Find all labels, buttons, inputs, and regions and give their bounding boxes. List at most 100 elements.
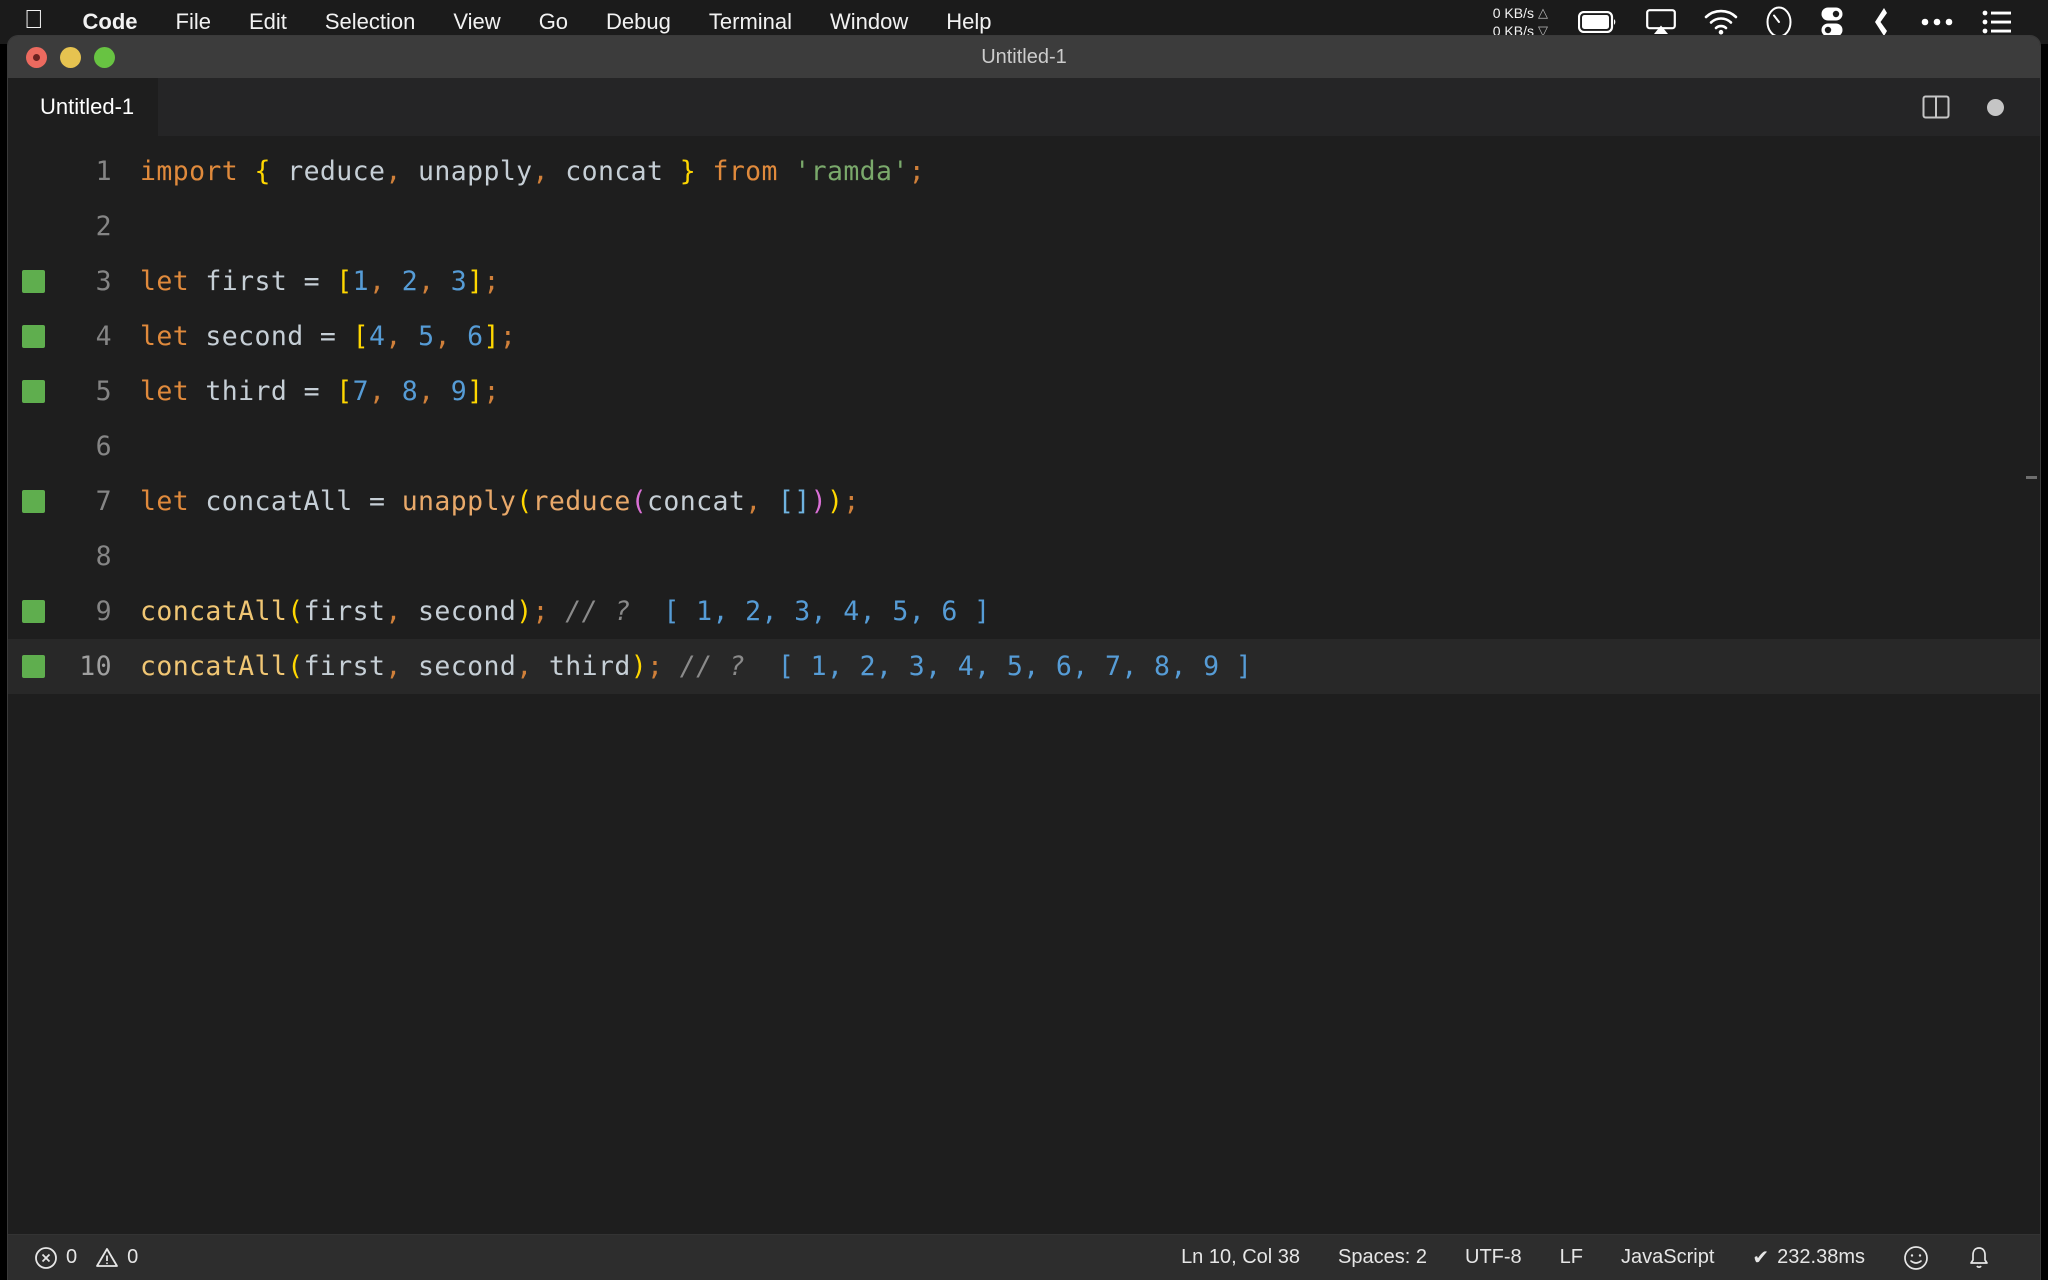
code-line[interactable]: 9 concatAll(first, second); // ? [ 1, 2, … — [8, 584, 2040, 639]
menubar-item-debug[interactable]: Debug — [587, 9, 690, 35]
quokka-gutter-marker-icon[interactable] — [22, 380, 45, 403]
end-of-line-sequence[interactable]: LF — [1541, 1246, 1602, 1269]
quokka-timing[interactable]: ✔ 232.38ms — [1733, 1245, 1884, 1270]
code-line[interactable]: 8 — [8, 529, 2040, 584]
notifications-bell-icon[interactable] — [1948, 1245, 2010, 1271]
code-token: ; — [908, 156, 926, 187]
code-token: ( — [630, 486, 648, 517]
menubar-item-file[interactable]: File — [157, 9, 230, 35]
minimize-window-button[interactable] — [60, 46, 81, 68]
file-encoding[interactable]: UTF-8 — [1446, 1246, 1541, 1269]
code-token: ] — [467, 266, 484, 297]
code-token: [ — [336, 266, 353, 297]
code-token: 1 — [352, 266, 369, 297]
code-token: concatAll — [140, 651, 288, 682]
code-token: , — [385, 596, 402, 627]
quokka-gutter-marker-icon[interactable] — [22, 490, 45, 513]
code-lines[interactable]: 1 import { reduce, unapply, concat } from… — [8, 136, 2040, 1234]
menubar-item-view[interactable]: View — [434, 9, 519, 35]
line-number: 2 — [95, 211, 112, 242]
menubar-item-selection[interactable]: Selection — [306, 9, 435, 35]
clock-icon[interactable] — [1766, 5, 1792, 39]
menubar-item-terminal[interactable]: Terminal — [690, 9, 811, 35]
code-line[interactable]: 10 concatAll(first, second, third); // ? … — [8, 639, 2040, 694]
quokka-gutter-marker-icon[interactable] — [22, 270, 45, 293]
code-token: ; — [532, 596, 549, 627]
code-token: // ? — [663, 651, 746, 682]
window-controls — [8, 46, 115, 68]
menubar-items: Code File Edit Selection View Go Debug Terminal… — [64, 9, 1011, 35]
code-token: second — [189, 321, 320, 352]
vscode-window: Untitled-1 Untitled-1 1 import { reduce, … — [8, 36, 2040, 1280]
maximize-window-button[interactable] — [94, 46, 115, 68]
code-token: reduce — [270, 156, 386, 187]
code-token: = — [319, 321, 337, 352]
problems-status[interactable]: 0 0 — [34, 1246, 157, 1270]
code-token: first — [303, 651, 386, 682]
window-title: Untitled-1 — [981, 45, 1067, 68]
ellipsis-icon[interactable] — [1920, 5, 1954, 39]
quokka-gutter-marker-icon[interactable] — [22, 325, 45, 348]
code-line[interactable]: 6 — [8, 419, 2040, 474]
quokka-gutter-marker-icon[interactable] — [22, 600, 45, 623]
code-line[interactable]: 4 let second = [4, 5, 6]; — [8, 309, 2040, 364]
code-token: let — [140, 376, 190, 407]
status-bar-right: Ln 10, Col 38 Spaces: 2 UTF-8 LF JavaScr… — [1162, 1245, 2040, 1271]
code-token: ] — [467, 376, 484, 407]
code-token: 2 — [401, 266, 419, 297]
airplay-icon[interactable] — [1646, 5, 1676, 39]
menubar-item-edit[interactable]: Edit — [230, 9, 306, 35]
code-token: , — [434, 321, 451, 352]
code-token: , — [385, 651, 402, 682]
code-line[interactable]: 3 let first = [1, 2, 3]; — [8, 254, 2040, 309]
error-icon — [34, 1246, 58, 1270]
code-token: } — [679, 156, 697, 187]
switch-icon[interactable] — [1820, 5, 1844, 39]
code-token: 6 — [467, 321, 484, 352]
code-line[interactable]: 7 let concatAll = unapply(reduce(concat, … — [8, 474, 2040, 529]
code-token: from — [712, 156, 778, 187]
quokka-gutter-marker-icon[interactable] — [22, 655, 45, 678]
code-token: let — [140, 486, 190, 517]
code-editor[interactable]: 1 import { reduce, unapply, concat } from… — [8, 136, 2040, 1234]
unsaved-changes-indicator-icon[interactable] — [1987, 98, 2004, 116]
editor-actions — [1919, 78, 2040, 136]
code-token: [ 1, 2, 3, 4, 5, 6, 7, 8, 9 ] — [745, 651, 1253, 682]
code-token: concatAll — [140, 596, 288, 627]
scrollbar-thumb[interactable] — [2026, 476, 2037, 479]
editor-vertical-scrollbar[interactable] — [2022, 136, 2040, 1234]
code-token: ; — [483, 266, 500, 297]
code-token: , — [369, 266, 386, 297]
code-token: ( — [287, 651, 304, 682]
menubar-item-help[interactable]: Help — [927, 9, 1010, 35]
code-line[interactable]: 5 let third = [7, 8, 9]; — [8, 364, 2040, 419]
language-mode[interactable]: JavaScript — [1602, 1246, 1733, 1269]
apple-menu-icon[interactable]:  — [0, 6, 64, 32]
network-speed-indicator[interactable]: 0 KB/s 0 KB/s △ ▽ — [1493, 4, 1548, 40]
code-line[interactable]: 2 — [8, 199, 2040, 254]
code-token: [ — [336, 376, 353, 407]
dropbox-icon[interactable] — [1872, 5, 1892, 39]
code-token: import — [140, 156, 239, 187]
battery-icon[interactable] — [1578, 5, 1618, 39]
menubar-item-code[interactable]: Code — [64, 9, 157, 35]
indentation-setting[interactable]: Spaces: 2 — [1319, 1246, 1446, 1269]
check-icon: ✔ — [1752, 1247, 1770, 1269]
control-center-icon[interactable] — [1982, 5, 2012, 39]
code-line[interactable]: 1 import { reduce, unapply, concat } from… — [8, 144, 2040, 199]
wifi-icon[interactable] — [1704, 5, 1738, 39]
warning-count: 0 — [127, 1246, 139, 1268]
menubar-item-window[interactable]: Window — [811, 9, 927, 35]
code-token: [] — [777, 486, 811, 517]
split-editor-icon[interactable] — [1919, 90, 1953, 124]
code-token: , — [418, 376, 435, 407]
feedback-smiley-icon[interactable] — [1884, 1245, 1948, 1271]
code-token: , — [745, 486, 762, 517]
code-token: concatAll — [189, 486, 369, 517]
menubar-item-go[interactable]: Go — [520, 9, 587, 35]
tab-untitled-1[interactable]: Untitled-1 — [8, 78, 160, 136]
close-window-button[interactable] — [26, 46, 47, 68]
cursor-position[interactable]: Ln 10, Col 38 — [1162, 1246, 1319, 1269]
